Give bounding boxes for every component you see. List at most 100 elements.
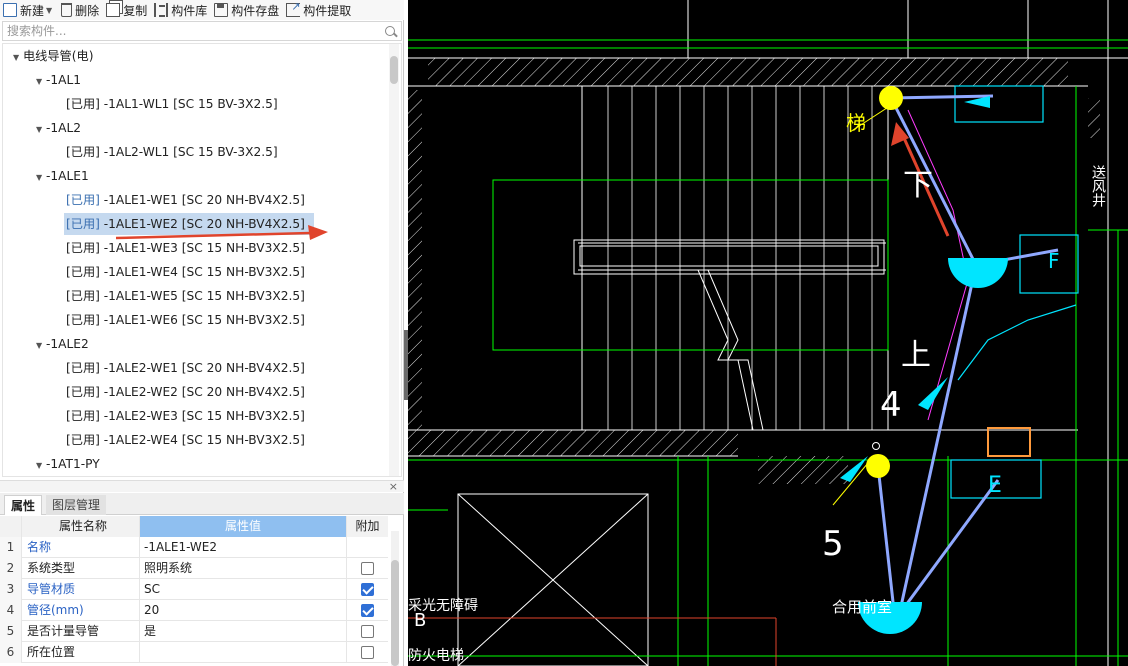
tree-item[interactable]: [已用] -1ALE2-WE2 [SC 20 NH-BV4X2.5]: [66, 381, 305, 403]
tree-group-label: -1AT1-PY: [46, 457, 100, 471]
tree-item[interactable]: [已用] -1ALE1-WE6 [SC 15 NH-BV3X2.5]: [66, 309, 305, 331]
extract-button[interactable]: 构件提取: [283, 0, 355, 20]
cad-text-barrier: 采光无障碍: [408, 598, 478, 614]
wall-mid-left: [408, 430, 738, 456]
search-box: [2, 21, 402, 41]
tree-group-label: -1ALE1: [46, 169, 89, 183]
ceiling-lamp-icon: [948, 258, 1008, 288]
tab-properties[interactable]: 属性: [4, 495, 43, 515]
chevron-down-icon[interactable]: ▼: [13, 47, 23, 69]
cyan-line: [957, 304, 1077, 381]
node-icon: [872, 442, 880, 450]
chevron-down-icon[interactable]: ▼: [36, 455, 46, 476]
property-name: 系统类型: [22, 558, 140, 579]
cyan-box: [954, 85, 1044, 123]
property-value[interactable]: 照明系统: [140, 558, 347, 579]
cad-text-room: 合用前室: [832, 598, 892, 616]
cad-text-elevator: 防火电梯: [408, 648, 464, 664]
copy-button[interactable]: 复制: [103, 0, 151, 20]
property-extra: [347, 537, 388, 558]
property-row[interactable]: 6 所在位置: [0, 642, 388, 663]
tree-item[interactable]: [已用] -1ALE1-WE4 [SC 15 NH-BV3X2.5]: [66, 261, 305, 283]
new-icon: [3, 3, 17, 17]
property-extra: [347, 642, 388, 663]
panel-splitter[interactable]: ×: [0, 480, 404, 493]
extra-checkbox[interactable]: [361, 646, 374, 659]
tree-item[interactable]: [已用] -1AL2-WL1 [SC 15 BV-3X2.5]: [66, 141, 278, 163]
chevron-down-icon[interactable]: ▼: [36, 119, 46, 141]
trash-icon: [61, 3, 73, 17]
property-row[interactable]: 1 名称 -1ALE1-WE2: [0, 537, 388, 558]
row-number: 6: [0, 642, 22, 663]
property-value[interactable]: -1ALE1-WE2: [140, 537, 347, 558]
row-number: 4: [0, 600, 22, 621]
tree-item[interactable]: [已用] -1ALE2-WE3 [SC 15 NH-BV3X2.5]: [66, 405, 305, 427]
property-value[interactable]: 是: [140, 621, 347, 642]
save-button[interactable]: 构件存盘: [211, 0, 283, 20]
tree-group-label: -1AL2: [46, 121, 82, 135]
tree-scrollbar-thumb[interactable]: [390, 56, 398, 84]
row-number-header: [0, 516, 22, 537]
close-icon[interactable]: ×: [389, 481, 398, 493]
save-label: 构件存盘: [231, 3, 280, 18]
row-number: 2: [0, 558, 22, 579]
chevron-down-icon[interactable]: ▼: [36, 335, 46, 357]
cad-text-5: 5: [822, 524, 844, 564]
library-icon: [154, 3, 169, 17]
tree-item[interactable]: [已用] -1AL1-WL1 [SC 15 BV-3X2.5]: [66, 93, 278, 115]
search-input[interactable]: [3, 22, 373, 40]
tree-group[interactable]: ▼ -1AT1-PY: [36, 453, 100, 475]
extra-checkbox[interactable]: [361, 562, 374, 575]
property-name: 所在位置: [22, 642, 140, 663]
property-name: 名称: [22, 537, 140, 558]
used-tag: [已用]: [66, 193, 100, 207]
property-value[interactable]: 20: [140, 600, 347, 621]
conduit: [890, 94, 994, 100]
tree-item[interactable]: [已用] -1ALE1-WE1 [SC 20 NH-BV4X2.5]: [66, 189, 305, 211]
extra-checkbox[interactable]: [361, 625, 374, 638]
handrail-inner: [579, 245, 879, 267]
header-extra: 附加: [347, 516, 388, 537]
tree-item[interactable]: [已用] -1ALE2-WE4 [SC 15 NH-BV3X2.5]: [66, 429, 305, 451]
cad-canvas[interactable]: 下 上 4 5 F E 合用前室 梯 B 送风井 采光无障碍 防火电梯: [408, 0, 1128, 666]
tree-scrollbar-track[interactable]: [389, 44, 399, 476]
tree-group-label: -1AL1: [46, 73, 82, 87]
property-row[interactable]: 4 管径(mm) 20: [0, 600, 388, 621]
property-value[interactable]: [140, 642, 347, 663]
grid-scrollbar-thumb[interactable]: [391, 560, 399, 666]
conduit: [893, 479, 1000, 621]
annotation-arrow-line: [115, 231, 311, 240]
app-window: 新建▼ 删除 复制 构件库 构件存盘 构件提取 ▼电线导管(电) ▼-1AL1 …: [0, 0, 1128, 666]
header-name: 属性名称: [22, 516, 140, 537]
cad-text-e: E: [988, 473, 1002, 498]
white-lines: [408, 0, 1128, 666]
property-row[interactable]: 5 是否计量导管是: [0, 621, 388, 642]
library-button[interactable]: 构件库: [151, 0, 211, 20]
extract-label: 构件提取: [303, 3, 352, 18]
copy-label: 复制: [123, 3, 148, 18]
property-extra: [347, 579, 388, 600]
property-value[interactable]: SC: [140, 579, 347, 600]
new-label: 新建: [20, 3, 45, 18]
extra-checkbox[interactable]: [361, 583, 374, 596]
conduit: [896, 264, 978, 621]
tree-item[interactable]: [已用] -1ALE1-WE5 [SC 15 NH-BV3X2.5]: [66, 285, 305, 307]
chevron-down-icon[interactable]: ▼: [46, 6, 52, 15]
search-icon[interactable]: [385, 26, 395, 36]
copy-icon: [106, 3, 121, 17]
tree-group[interactable]: ▼ -1AL1: [36, 69, 81, 91]
chevron-down-icon[interactable]: ▼: [36, 167, 46, 189]
tree-root[interactable]: ▼ 电线导管(电): [13, 45, 93, 67]
tree-group[interactable]: ▼ -1ALE1: [36, 165, 89, 187]
extra-checkbox[interactable]: [361, 604, 374, 617]
tree-item[interactable]: [已用] -1ALE2-WE1 [SC 20 NH-BV4X2.5]: [66, 357, 305, 379]
cad-text-stair: 梯: [846, 111, 866, 135]
chevron-down-icon[interactable]: ▼: [36, 71, 46, 93]
property-row[interactable]: 3 导管材质 SC: [0, 579, 388, 600]
tree-group[interactable]: ▼ -1ALE2: [36, 333, 89, 355]
new-button[interactable]: 新建 ▼: [0, 0, 58, 20]
property-row[interactable]: 2 系统类型 照明系统: [0, 558, 388, 579]
delete-button[interactable]: 删除: [58, 0, 103, 20]
tab-layers[interactable]: 图层管理: [46, 495, 107, 515]
tree-group[interactable]: ▼ -1AL2: [36, 117, 81, 139]
